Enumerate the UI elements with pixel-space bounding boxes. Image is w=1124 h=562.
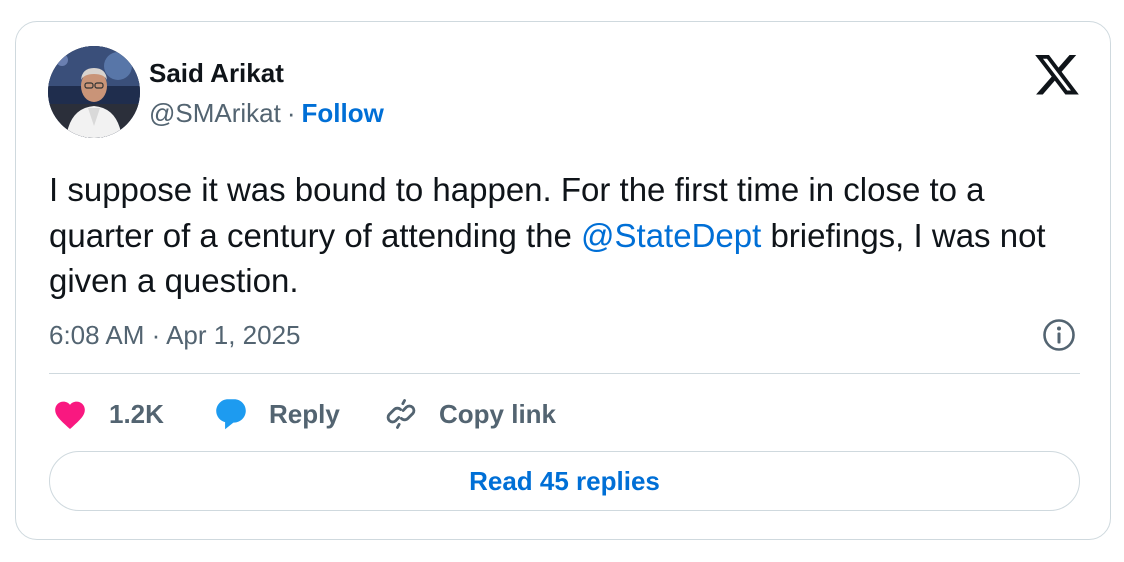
author-name[interactable]: Said Arikat: [149, 58, 284, 88]
reply-button[interactable]: Reply: [213, 394, 340, 434]
copy-link-label: Copy link: [439, 398, 557, 429]
mention-link[interactable]: @StateDept: [581, 217, 761, 254]
speech-bubble-icon: [216, 399, 246, 430]
info-icon[interactable]: [1042, 318, 1076, 352]
tweet-embed-card: Said Arikat @SMArikat · Follow I suppose i…: [15, 21, 1111, 540]
author-handle-row: @SMArikat · Follow: [149, 98, 384, 128]
tweet-timestamp[interactable]: 6:08 AM · Apr 1, 2025: [49, 320, 301, 350]
read-replies-button[interactable]: Read 45 replies: [49, 451, 1080, 511]
x-logo-icon[interactable]: [1035, 55, 1079, 95]
avatar[interactable]: [48, 46, 140, 138]
like-button[interactable]: 1.2K: [52, 394, 164, 434]
author-handle[interactable]: @SMArikat: [149, 98, 281, 128]
follow-button[interactable]: Follow: [302, 98, 384, 128]
tweet-text: I suppose it was bound to happen. For th…: [49, 167, 1079, 304]
heart-icon: [55, 401, 85, 429]
avatar-image: [48, 46, 140, 138]
link-icon: [386, 399, 416, 429]
divider: [49, 373, 1080, 374]
handle-separator: ·: [286, 98, 296, 128]
like-count: 1.2K: [109, 398, 164, 429]
copy-link-button[interactable]: Copy link: [384, 394, 556, 434]
reply-label: Reply: [269, 398, 340, 429]
